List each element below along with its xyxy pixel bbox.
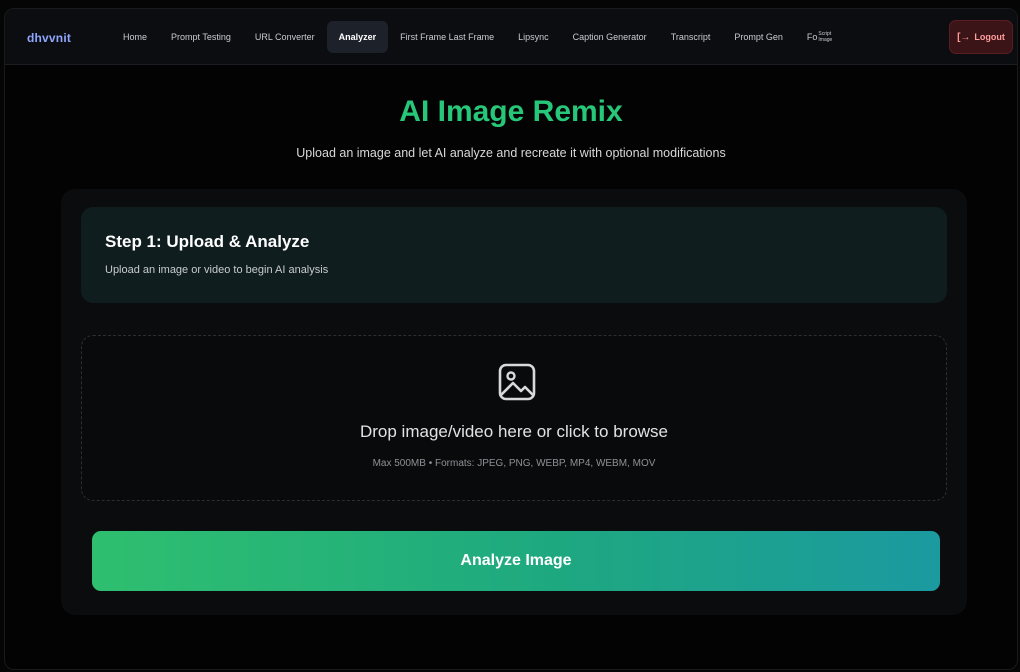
brand-logo[interactable]: dhvvnit — [27, 31, 71, 45]
dropzone-text: Drop image/video here or click to browse — [359, 422, 669, 441]
nav-item-home[interactable]: Home — [111, 21, 159, 53]
step-description: Upload an image or video to begin AI ana… — [105, 264, 329, 276]
nav-item-lipsync[interactable]: Lipsync — [506, 21, 561, 53]
nav-item-prompt-gen[interactable]: Prompt Gen — [722, 21, 795, 53]
nav-item-url-converter[interactable]: URL Converter — [243, 21, 327, 53]
logout-label: Logout — [974, 32, 1005, 42]
step-title: Step 1: Upload & Analyze — [105, 232, 310, 251]
image-icon — [498, 363, 536, 401]
page-title: AI Image Remix — [399, 95, 623, 128]
nav-item-first-frame-last-frame[interactable]: First Frame Last Frame — [388, 21, 506, 53]
nav-item-caption-generator[interactable]: Caption Generator — [561, 21, 659, 53]
app-window: dhvvnit Home Prompt Testing URL Converte… — [4, 8, 1018, 670]
analyze-image-button[interactable]: Analyze Image — [92, 531, 940, 591]
nav-item-analyzer[interactable]: Analyzer — [326, 21, 389, 53]
upload-dropzone[interactable]: Drop image/video here or click to browse… — [81, 335, 947, 501]
nav-item-prompt-testing[interactable]: Prompt Testing — [159, 21, 243, 53]
nav-item-truncated-prefix: Fo — [806, 32, 818, 42]
top-navbar: dhvvnit Home Prompt Testing URL Converte… — [5, 9, 1017, 65]
step-panel: Step 1: Upload & Analyze Upload an image… — [81, 207, 947, 303]
nav-links: Home Prompt Testing URL Converter Analyz… — [111, 21, 840, 53]
logout-icon: [→ — [957, 31, 971, 43]
page-subtitle: Upload an image and let AI analyze and r… — [296, 146, 726, 160]
nav-item-truncated-stack: Script Image — [818, 31, 832, 43]
dropzone-hint: Max 500MB • Formats: JPEG, PNG, WEBP, MP… — [372, 458, 656, 469]
nav-item-truncated-line2: Image — [818, 37, 833, 43]
nav-item-transcript[interactable]: Transcript — [659, 21, 723, 53]
nav-item-truncated[interactable]: Fo Script Image — [795, 21, 840, 53]
logout-button[interactable]: [→ Logout — [949, 20, 1013, 54]
remix-card: Step 1: Upload & Analyze Upload an image… — [61, 189, 967, 615]
